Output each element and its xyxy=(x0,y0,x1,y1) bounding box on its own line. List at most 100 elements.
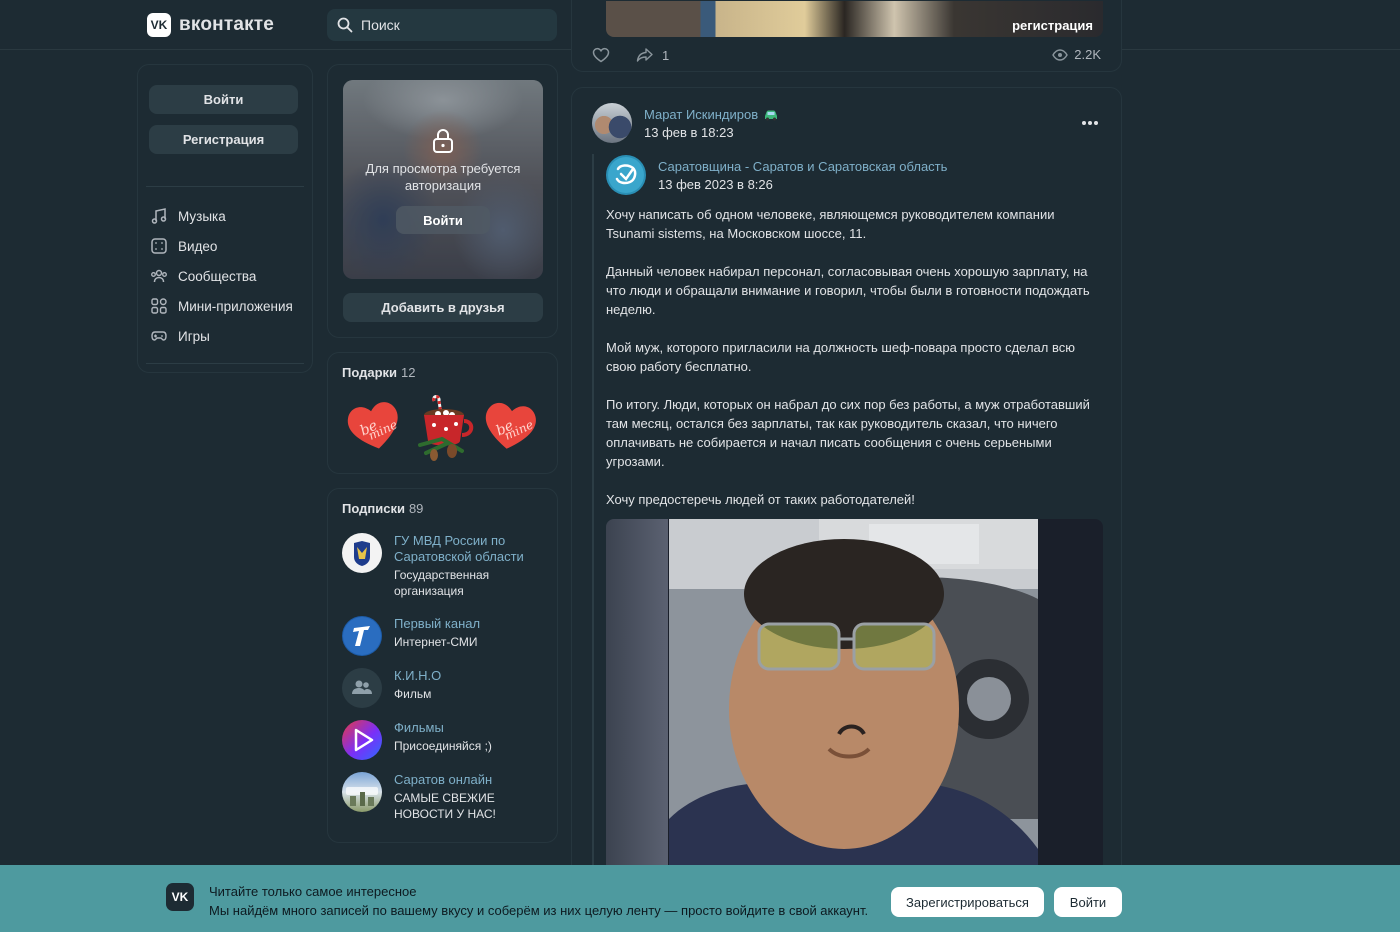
menu-item-label: Игры xyxy=(178,328,210,344)
post-text: Хочу написать об одном человеке, являюще… xyxy=(606,205,1106,528)
post-photo-content xyxy=(669,519,1038,879)
post-image[interactable]: регистрация xyxy=(606,1,1103,37)
repost-indicator xyxy=(592,154,594,894)
subscriptions-card: Подписки 89 ГУ МВД России по Саратовской … xyxy=(327,488,558,843)
left-menu: Войти Регистрация Музыка Видео Сообществ… xyxy=(137,64,313,373)
community-logo-icon xyxy=(608,157,644,193)
banner-login-button[interactable]: Войти xyxy=(1054,887,1122,917)
avatar xyxy=(342,616,382,656)
gifts-count: 12 xyxy=(401,365,416,380)
subscription-item[interactable]: Первый канал Интернет-СМИ xyxy=(342,616,547,658)
post-date[interactable]: 13 фев в 18:23 xyxy=(644,125,734,140)
photo-login-button[interactable]: Войти xyxy=(396,206,490,234)
video-icon xyxy=(151,238,167,254)
play-icon xyxy=(354,728,374,752)
share-button[interactable]: 1 xyxy=(636,47,669,63)
divider xyxy=(146,363,304,364)
repost-source-name[interactable]: Саратовщина - Саратов и Саратовская обла… xyxy=(658,159,947,174)
previous-post: регистрация 1 2.2K xyxy=(571,0,1122,72)
music-icon xyxy=(151,208,167,224)
logo-text: вконтакте xyxy=(179,14,275,35)
games-icon xyxy=(151,331,167,341)
car-emoji-icon xyxy=(765,110,778,120)
banner-title: Читайте только самое интересное xyxy=(209,884,417,899)
subscription-name[interactable]: Фильмы xyxy=(394,720,544,736)
subscription-name[interactable]: ГУ МВД России по Саратовской области xyxy=(394,533,544,565)
views-counter: 2.2K xyxy=(1052,47,1101,62)
menu-item-games[interactable]: Игры xyxy=(150,324,210,348)
add-friend-button[interactable]: Добавить в друзья xyxy=(343,293,543,322)
vk-logo-icon: VK xyxy=(166,883,194,911)
menu-item-communities[interactable]: Сообщества xyxy=(150,264,256,288)
menu-item-video[interactable]: Видео xyxy=(150,234,217,258)
avatar xyxy=(342,668,382,708)
banner-subtitle: Мы найдём много записей по вашему вкусу … xyxy=(209,903,869,918)
share-count: 1 xyxy=(662,47,670,63)
gift-heart-be-mine-icon[interactable]: be mine xyxy=(342,393,406,457)
more-options-icon[interactable] xyxy=(1081,120,1099,126)
subscription-desc: Интернет-СМИ xyxy=(394,635,478,649)
image-caption: регистрация xyxy=(1012,18,1093,33)
post-paragraph: Данный человек набирал персонал, согласо… xyxy=(606,264,1090,317)
subscription-item[interactable]: ГУ МВД России по Саратовской области Гос… xyxy=(342,533,547,603)
gift-cocoa-cup-icon[interactable] xyxy=(412,393,476,461)
profile-photo-blurred: Для просмотра требуется авторизация Войт… xyxy=(343,80,543,279)
login-button[interactable]: Войти xyxy=(149,85,298,114)
subscriptions-title-text: Подписки xyxy=(342,501,405,516)
repost-source-avatar[interactable] xyxy=(606,155,646,195)
post-author[interactable]: Марат Искиндиров xyxy=(644,107,779,122)
subscription-desc: Фильм xyxy=(394,687,432,701)
vk-logo-icon: VK xyxy=(147,13,171,37)
subscription-item[interactable]: К.И.Н.О Фильм xyxy=(342,668,547,710)
search-input[interactable] xyxy=(361,17,541,33)
vk-logo[interactable]: VK вконтакте xyxy=(147,13,274,37)
post-paragraph: Хочу предостеречь людей от таких работод… xyxy=(606,492,915,507)
search-icon xyxy=(337,17,353,33)
subscription-desc: САМЫЕ СВЕЖИЕ НОВОСТИ У НАС! xyxy=(394,791,496,821)
banner-register-button[interactable]: Зарегистрироваться xyxy=(891,887,1044,917)
menu-item-apps[interactable]: Мини-приложения xyxy=(150,294,293,318)
subscription-desc: Государственная организация xyxy=(394,568,490,598)
post: Марат Искиндиров 13 фев в 18:23 Саратовщ… xyxy=(571,87,1122,894)
subscriptions-title[interactable]: Подписки 89 xyxy=(342,501,423,516)
subscription-name[interactable]: Первый канал xyxy=(394,616,544,632)
post-paragraph: По итогу. Люди, которых он набрал до сих… xyxy=(606,397,1090,469)
like-icon[interactable] xyxy=(592,47,610,63)
gifts-title-text: Подарки xyxy=(342,365,398,380)
menu-item-label: Мини-приложения xyxy=(178,298,293,314)
post-paragraph: Хочу написать об одном человеке, являюще… xyxy=(606,207,1055,241)
lock-icon xyxy=(433,129,453,153)
subscription-item[interactable]: Саратов онлайн САМЫЕ СВЕЖИЕ НОВОСТИ У НА… xyxy=(342,772,547,828)
gift-heart-be-mine-icon[interactable]: be mine xyxy=(478,393,542,457)
subscription-item[interactable]: Фильмы Присоединяйся ;) xyxy=(342,720,547,762)
search-box[interactable] xyxy=(327,9,557,41)
saratov-online-logo-icon xyxy=(346,787,378,806)
gifts-title[interactable]: Подарки 12 xyxy=(342,365,416,380)
subscription-desc: Присоединяйся ;) xyxy=(394,739,492,753)
post-photo[interactable] xyxy=(606,519,1103,879)
avatar xyxy=(342,772,382,812)
police-emblem-icon xyxy=(354,541,370,566)
subscriptions-count: 89 xyxy=(408,501,424,516)
register-button[interactable]: Регистрация xyxy=(149,125,298,154)
author-name: Марат Искиндиров xyxy=(644,107,759,122)
menu-item-label: Сообщества xyxy=(178,268,257,284)
avatar xyxy=(342,720,382,760)
community-placeholder-icon xyxy=(352,680,372,694)
subscription-name[interactable]: Саратов онлайн xyxy=(394,772,544,788)
channel-one-logo-icon xyxy=(343,617,381,655)
menu-item-label: Музыка xyxy=(178,208,226,224)
menu-item-music[interactable]: Музыка xyxy=(150,204,226,228)
subscription-name[interactable]: К.И.Н.О xyxy=(394,668,544,684)
login-prompt-banner: VK Читайте только самое интересное Мы на… xyxy=(0,865,1400,932)
eye-icon xyxy=(1052,48,1069,61)
divider xyxy=(146,186,304,187)
menu-item-label: Видео xyxy=(178,238,218,254)
author-avatar[interactable] xyxy=(592,103,632,143)
repost-date[interactable]: 13 фев 2023 в 8:26 xyxy=(658,177,773,192)
profile-photo-card: Для просмотра требуется авторизация Войт… xyxy=(327,64,558,338)
views-count: 2.2K xyxy=(1074,47,1101,62)
share-icon xyxy=(636,48,653,62)
avatar xyxy=(342,533,382,573)
post-paragraph: Мой муж, которого пригласили на должност… xyxy=(606,340,1075,374)
